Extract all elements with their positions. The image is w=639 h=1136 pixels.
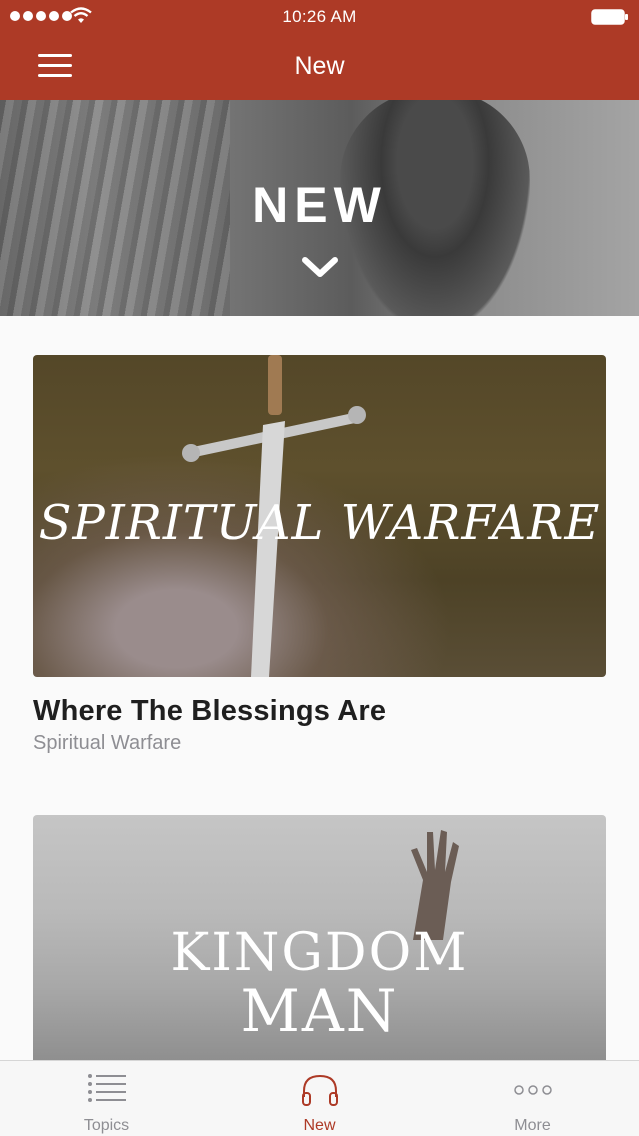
more-dots-icon xyxy=(513,1085,552,1095)
hero-title: NEW xyxy=(252,177,387,233)
navigation-bar: New xyxy=(0,34,639,100)
tab-bar: Topics New More xyxy=(0,1060,639,1136)
hero-banner: NEW xyxy=(0,100,639,316)
tab-label: New xyxy=(303,1117,336,1134)
tab-new[interactable]: New xyxy=(213,1061,426,1136)
series-name: Spiritual Warfare xyxy=(33,732,182,754)
raised-hand-icon xyxy=(411,830,459,940)
headphones-icon xyxy=(301,1074,338,1106)
nav-title: New xyxy=(294,52,345,80)
tab-more[interactable]: More xyxy=(426,1061,639,1136)
series-artwork-subtitle: MAN xyxy=(240,977,399,1045)
tab-topics[interactable]: Topics xyxy=(0,1061,213,1136)
battery-icon xyxy=(591,9,628,25)
series-artwork-title: SPIRITUAL WARFARE xyxy=(38,495,601,551)
status-bar: 10:26 AM xyxy=(0,0,639,34)
list-icon xyxy=(87,1074,126,1102)
sermon-title[interactable]: Where The Blessings Are xyxy=(33,695,606,728)
chevron-down-icon[interactable] xyxy=(301,256,339,280)
series-artwork[interactable]: SPIRITUAL WARFARE xyxy=(33,355,606,677)
series-artwork-title: KINGDOM xyxy=(170,923,469,983)
series-card-spiritual-warfare[interactable]: SPIRITUAL WARFARE Where The Blessings Ar… xyxy=(33,355,606,755)
series-card-kingdom-man[interactable]: KINGDOM MAN xyxy=(33,815,606,1060)
tab-label: More xyxy=(514,1117,551,1134)
series-artwork[interactable]: KINGDOM MAN xyxy=(33,815,606,1060)
status-time: 10:26 AM xyxy=(282,7,357,26)
tab-label: Topics xyxy=(83,1117,130,1134)
